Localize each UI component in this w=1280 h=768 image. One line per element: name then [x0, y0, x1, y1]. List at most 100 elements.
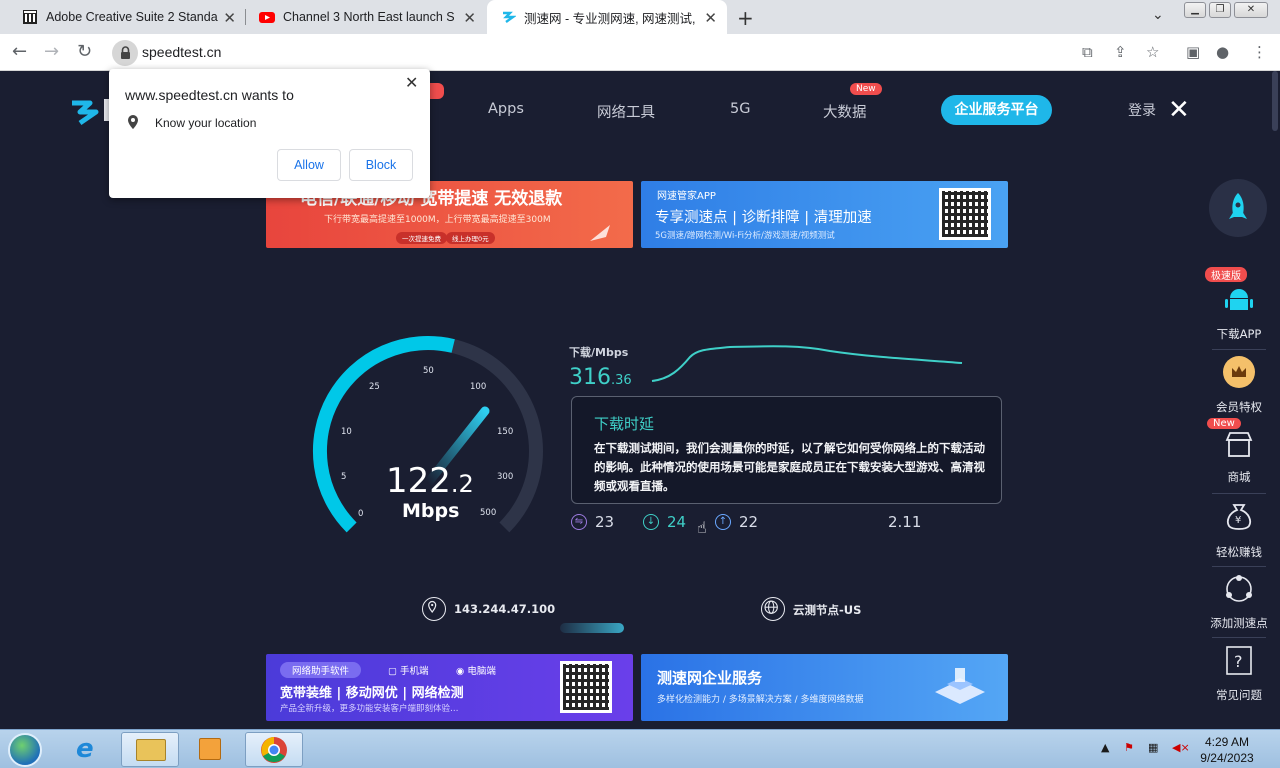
profile-icon[interactable]: ●: [1216, 43, 1229, 61]
tab-strip: Adobe Creative Suite 2 Standard ✕ Channe…: [0, 0, 1280, 34]
menu-kebab-icon[interactable]: ⋮: [1252, 43, 1267, 61]
download-arrow-icon: ↓: [643, 514, 659, 530]
banner-chip: 线上办理0元: [446, 232, 495, 244]
tab-close-icon[interactable]: ✕: [704, 9, 717, 27]
tray-expand-icon[interactable]: ▲: [1101, 741, 1109, 754]
mouse-cursor-icon: ☝: [697, 518, 707, 537]
download-value: 316.36: [569, 365, 632, 390]
desktop-tab[interactable]: ◉ 电脑端: [456, 663, 496, 677]
login-link[interactable]: 登录: [1128, 100, 1156, 120]
sidebar-add-node[interactable]: 添加测速点: [1200, 615, 1278, 631]
location-pin-icon: [422, 597, 446, 621]
ping-value: 23: [595, 513, 615, 531]
app-promo-banner[interactable]: 网速管家APP 专享测速点 | 诊断排障 | 清理加速 5G测速/蹭网检测/Wi…: [641, 181, 1008, 248]
lock-icon[interactable]: [112, 40, 138, 66]
nav-apps[interactable]: Apps: [488, 101, 524, 117]
network-icon[interactable]: ▦: [1148, 741, 1158, 754]
tab-close-icon[interactable]: ✕: [223, 9, 236, 27]
minimize-icon[interactable]: ▁: [1184, 2, 1206, 18]
qr-code: [939, 188, 991, 240]
action-center-icon[interactable]: ⚑: [1124, 741, 1134, 754]
back-arrow-icon[interactable]: ←: [12, 41, 27, 62]
download-integer: 316: [569, 365, 611, 390]
ping-stat[interactable]: ⇋ 23: [571, 513, 614, 531]
address-bar[interactable]: speedtest.cn: [108, 39, 1278, 67]
close-icon[interactable]: ✕: [405, 73, 418, 93]
tab-speedtest[interactable]: 测速网 - 专业测网速, 网速测试, 宽 ✕: [487, 0, 727, 34]
nav-network-tools[interactable]: 网络工具: [597, 101, 655, 122]
phone-icon: ▢: [388, 666, 397, 677]
window-close-icon[interactable]: ✕: [1234, 2, 1268, 18]
sidebar-divider: [1212, 566, 1266, 567]
assistant-software-banner[interactable]: 网络助手软件 ▢ 手机端 ◉ 电脑端 宽带装维 | 移动网优 | 网络检测 产品…: [266, 654, 633, 721]
enterprise-platform-button[interactable]: 企业服务平台: [941, 95, 1052, 125]
nav-big-data[interactable]: 大数据: [823, 101, 867, 122]
client-ip: 143.244.47.100: [454, 602, 556, 616]
new-tab-icon[interactable]: +: [737, 6, 754, 30]
allow-button[interactable]: Allow: [277, 149, 341, 181]
speed-integer: 122: [386, 461, 451, 501]
chrome-taskbar-button[interactable]: [245, 732, 303, 767]
site-logo-icon[interactable]: [68, 97, 100, 127]
youtube-icon: [259, 12, 275, 23]
sidebar-download-app[interactable]: 下载APP: [1200, 326, 1278, 342]
tab-adobe[interactable]: Adobe Creative Suite 2 Standard ✕: [0, 0, 246, 34]
gauge-tick: 150: [497, 427, 514, 437]
share-icon[interactable]: ⇪: [1114, 43, 1127, 61]
restore-icon[interactable]: ❐: [1209, 2, 1231, 18]
permission-host: www.speedtest.cn wants to: [125, 87, 294, 103]
browser-toolbar: ← → ↻ speedtest.cn ⧉ ⇪ ☆ ▣ ● ⋮: [0, 34, 1280, 71]
side-panel-icon[interactable]: ▣: [1186, 43, 1200, 61]
translate-icon[interactable]: ⧉: [1082, 43, 1093, 61]
banner-app-name: 网速管家APP: [657, 191, 716, 202]
svg-text:?: ?: [1234, 652, 1243, 671]
sidebar-faq[interactable]: 常见问题: [1200, 687, 1278, 703]
sidebar-vip[interactable]: 会员特权: [1200, 399, 1278, 415]
system-clock[interactable]: 4:29 AM 9/24/2023: [1196, 734, 1258, 766]
gauge-tick: 25: [369, 382, 380, 392]
explorer-taskbar-button[interactable]: [121, 732, 179, 767]
scrollbar[interactable]: [1272, 71, 1278, 131]
tab-title: Channel 3 North East launch Sep: [283, 10, 455, 24]
nav-5g[interactable]: 5G: [730, 101, 750, 117]
block-button[interactable]: Block: [349, 149, 413, 181]
gauge-tick: 300: [497, 472, 514, 482]
sidebar-earn[interactable]: 轻松赚钱: [1200, 544, 1278, 560]
clock-date: 9/24/2023: [1200, 751, 1254, 765]
media-taskbar-button[interactable]: [181, 732, 239, 767]
windows-taskbar: e ▲ ⚑ ▦ ◀× 4:29 AM 9/24/2023: [0, 729, 1280, 768]
download-latency-tooltip: 下载时延 在下载测试期间，我们会测量你的时延，以了解它如何受你网络上的下载活动的…: [571, 396, 1002, 504]
rocket-icon: [590, 225, 610, 241]
download-label: 下载/Mbps: [569, 346, 629, 359]
internet-explorer-icon: e: [76, 734, 94, 764]
tab-title: Adobe Creative Suite 2 Standard: [46, 10, 218, 24]
desktop-icon: ◉: [456, 666, 465, 677]
banner-subtext: 多样化检测能力 / 多场景解决方案 / 多维度网络数据: [657, 695, 864, 705]
bookmark-star-icon[interactable]: ☆: [1146, 43, 1159, 61]
start-button[interactable]: [8, 733, 42, 767]
banner-chip: 一次提速免费: [396, 232, 447, 244]
banner-subtext: 5G测速/蹭网检测/Wi-Fi分析/游戏测速/视频测试: [655, 231, 835, 241]
forward-arrow-icon[interactable]: →: [44, 41, 59, 62]
banner-subtext: 产品全新升级，更多功能安装客户端即刻体验…: [280, 704, 459, 714]
jitter-stat[interactable]: 2.11: [888, 513, 921, 531]
mobile-tab[interactable]: ▢ 手机端: [388, 663, 429, 677]
url-text[interactable]: speedtest.cn: [142, 44, 221, 60]
server-node[interactable]: 云测节点-US: [793, 602, 861, 618]
enterprise-service-banner[interactable]: 测速网企业服务 多样化检测能力 / 多场景解决方案 / 多维度网络数据: [641, 654, 1008, 721]
tab-search-chevron-icon[interactable]: ⌄: [1152, 7, 1164, 23]
download-latency-stat[interactable]: ↓ 24: [643, 513, 686, 531]
volume-muted-icon[interactable]: ◀×: [1172, 741, 1190, 754]
close-icon[interactable]: ✕: [1168, 95, 1190, 125]
tab-youtube[interactable]: Channel 3 North East launch Sep ✕: [246, 0, 486, 34]
globe-icon: [761, 597, 785, 621]
tab-title: 测速网 - 专业测网速, 网速测试, 宽: [524, 11, 696, 26]
upload-latency-stat[interactable]: ↑ 22: [715, 513, 758, 531]
reload-icon[interactable]: ↻: [77, 41, 92, 62]
ie-taskbar-button[interactable]: e: [62, 732, 120, 767]
tab-close-icon[interactable]: ✕: [463, 9, 476, 27]
banner-headline: 专享测速点 | 诊断排障 | 清理加速: [655, 210, 872, 226]
speed-boost-button[interactable]: [1209, 179, 1267, 237]
sidebar-store[interactable]: 商城: [1200, 469, 1278, 485]
download-sparkline: [651, 345, 963, 382]
